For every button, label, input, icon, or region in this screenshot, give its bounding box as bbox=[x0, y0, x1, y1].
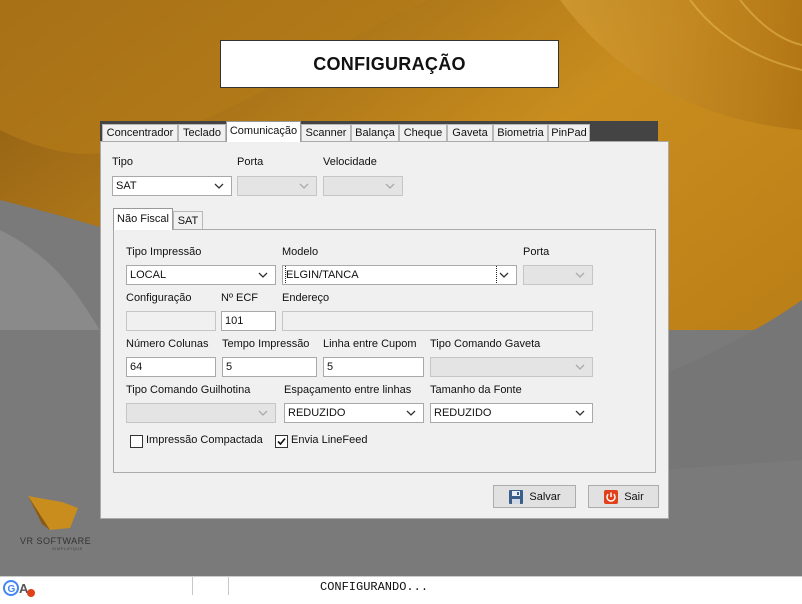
porta-impressora-label: Porta bbox=[523, 246, 550, 258]
tipo-impressao-select[interactable]: LOCAL bbox=[126, 265, 276, 285]
subtab-nao-fiscal[interactable]: Não Fiscal bbox=[113, 208, 173, 230]
status-text: CONFIGURANDO... bbox=[320, 580, 429, 594]
tipo-comando-guilhotina-label: Tipo Comando Guilhotina bbox=[126, 384, 251, 396]
num-ecf-field[interactable]: 101 bbox=[221, 311, 276, 331]
porta-select[interactable] bbox=[237, 176, 317, 196]
tempo-impressao-field[interactable]: 5 bbox=[222, 357, 317, 377]
velocidade-label: Velocidade bbox=[323, 156, 377, 168]
tab-concentrador[interactable]: Concentrador bbox=[102, 124, 178, 141]
tipo-comando-gaveta-label: Tipo Comando Gaveta bbox=[430, 338, 541, 350]
tipo-comando-gaveta-select[interactable] bbox=[430, 357, 593, 377]
configuracao-label: Configuração bbox=[126, 292, 192, 304]
sair-button[interactable]: Sair bbox=[588, 485, 659, 508]
tab-scanner[interactable]: Scanner bbox=[301, 124, 351, 141]
tab-gaveta[interactable]: Gaveta bbox=[447, 124, 493, 141]
envia-linefeed-label: Envia LineFeed bbox=[291, 434, 368, 446]
chevron-down-icon bbox=[406, 410, 416, 416]
save-disk-icon bbox=[509, 489, 524, 504]
tamanho-fonte-label: Tamanho da Fonte bbox=[430, 384, 522, 396]
power-icon bbox=[604, 489, 619, 504]
page-title: CONFIGURAÇÃO bbox=[220, 40, 559, 88]
tamanho-fonte-select[interactable]: REDUZIDO bbox=[430, 403, 593, 423]
configuracao-field[interactable] bbox=[126, 311, 216, 331]
status-separator bbox=[192, 577, 193, 595]
num-ecf-label: Nº ECF bbox=[221, 292, 259, 304]
endereco-label: Endereço bbox=[282, 292, 330, 304]
tempo-impressao-label: Tempo Impressão bbox=[222, 338, 310, 350]
logo-tagline: SIMPLIFIQUE bbox=[52, 546, 83, 551]
impressao-compactada-checkbox[interactable] bbox=[130, 435, 143, 448]
modelo-label: Modelo bbox=[282, 246, 319, 258]
tipo-comando-guilhotina-select[interactable] bbox=[126, 403, 276, 423]
tipo-impressao-label: Tipo Impressão bbox=[126, 246, 202, 258]
chevron-down-icon bbox=[385, 183, 395, 189]
tipo-label: Tipo bbox=[112, 156, 133, 168]
chevron-down-icon bbox=[214, 183, 224, 189]
envia-linefeed-checkbox[interactable] bbox=[275, 435, 288, 448]
vr-software-logo: VR SOFTWARE SIMPLIFIQUE bbox=[20, 494, 100, 555]
espacamento-label: Espaçamento entre linhas bbox=[284, 384, 412, 396]
tipo-select[interactable]: SAT bbox=[112, 176, 232, 196]
tab-teclado[interactable]: Teclado bbox=[178, 124, 226, 141]
tab-biometria[interactable]: Biometria bbox=[493, 124, 548, 141]
tab-comunicacao[interactable]: Comunicação bbox=[226, 121, 301, 142]
numero-colunas-label: Número Colunas bbox=[126, 338, 209, 350]
chevron-down-icon bbox=[258, 410, 268, 416]
chevron-down-icon bbox=[299, 183, 309, 189]
status-separator bbox=[228, 577, 229, 595]
porta-impressora-select[interactable] bbox=[523, 265, 593, 285]
salvar-button[interactable]: Salvar bbox=[493, 485, 576, 508]
chevron-down-icon bbox=[575, 364, 585, 370]
svg-text:G: G bbox=[8, 584, 16, 595]
chevron-down-icon bbox=[258, 272, 268, 278]
endereco-field[interactable] bbox=[282, 311, 593, 331]
tab-balanca[interactable]: Balança bbox=[351, 124, 399, 141]
chevron-down-icon bbox=[575, 272, 585, 278]
tab-pinpad[interactable]: PinPad bbox=[548, 124, 590, 141]
tab-cheque[interactable]: Cheque bbox=[399, 124, 447, 141]
checkmark-icon bbox=[277, 437, 286, 446]
chevron-down-icon bbox=[499, 272, 509, 278]
porta-label: Porta bbox=[237, 156, 264, 168]
subtab-sat[interactable]: SAT bbox=[173, 211, 203, 230]
impressao-compactada-label: Impressão Compactada bbox=[146, 434, 263, 446]
linha-entre-cupom-label: Linha entre Cupom bbox=[323, 338, 417, 350]
chevron-down-icon bbox=[575, 410, 585, 416]
espacamento-select[interactable]: REDUZIDO bbox=[284, 403, 424, 423]
numero-colunas-field[interactable]: 64 bbox=[126, 357, 216, 377]
language-icon[interactable]: G A bbox=[3, 579, 37, 600]
linha-entre-cupom-field[interactable]: 5 bbox=[323, 357, 424, 377]
modelo-select[interactable]: ELGIN/TANCA bbox=[282, 265, 517, 285]
logo-name: VR SOFTWARE bbox=[20, 536, 92, 546]
velocidade-select[interactable] bbox=[323, 176, 403, 196]
